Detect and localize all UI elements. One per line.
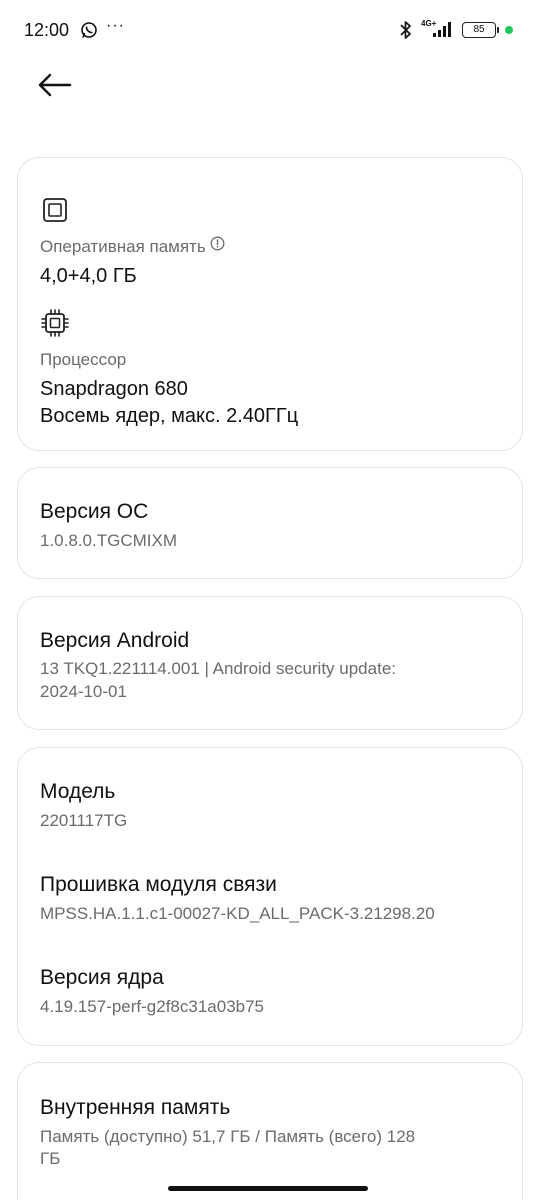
home-indicator[interactable] xyxy=(168,1186,368,1191)
arrow-left-icon xyxy=(38,73,72,97)
processor-model: Snapdragon 680 xyxy=(40,378,188,400)
storage-line1: Память (доступно) 51,7 ГБ / Память (всег… xyxy=(40,1127,416,1146)
ram-chip-icon xyxy=(40,195,70,230)
screen: 12:00 ··· 4G+ 85 Оперативная память 4,0+… xyxy=(0,0,540,1200)
processor-label: Процессор xyxy=(40,350,127,369)
hardware-card: Оперативная память 4,0+4,0 ГБ Процессор … xyxy=(17,157,523,451)
device-details-card: Модель 2201117TG Прошивка модуля связи M… xyxy=(17,747,523,1046)
info-icon[interactable] xyxy=(210,236,225,256)
android-version-title: Версия Android xyxy=(40,629,190,652)
battery-icon: 85 xyxy=(462,22,499,38)
privacy-indicator-dot xyxy=(505,26,513,34)
bluetooth-icon xyxy=(398,20,414,45)
android-version-line1: 13 TKQ1.221114.001 | Android security up… xyxy=(40,659,396,678)
os-version-card[interactable]: Версия ОС 1.0.8.0.TGCMIXM xyxy=(17,467,523,579)
android-version-card[interactable]: Версия Android 13 TKQ1.221114.001 | Andr… xyxy=(17,596,523,730)
whatsapp-icon xyxy=(80,21,98,44)
storage-line2: ГБ xyxy=(40,1149,61,1168)
model-title: Модель xyxy=(40,780,116,803)
storage-card[interactable]: Внутренняя память Память (доступно) 51,7… xyxy=(17,1062,523,1200)
model-value: 2201117TG xyxy=(40,811,128,830)
signal-icon xyxy=(432,20,456,43)
kernel-value: 4.19.157-perf-g2f8c31a03b75 xyxy=(40,997,265,1016)
storage-title: Внутренняя память xyxy=(40,1096,231,1119)
status-time: 12:00 xyxy=(24,20,70,40)
processor-cores: Восемь ядер, макс. 2.40ГГц xyxy=(40,405,299,427)
processor-chip-icon xyxy=(40,308,70,343)
ram-value: 4,0+4,0 ГБ xyxy=(40,265,137,287)
kernel-title: Версия ядра xyxy=(40,966,164,989)
more-notifications-icon: ··· xyxy=(106,17,125,34)
status-bar: 12:00 ··· 4G+ 85 xyxy=(0,0,540,62)
os-version-value: 1.0.8.0.TGCMIXM xyxy=(40,531,177,550)
ram-label-row: Оперативная память xyxy=(40,236,225,257)
baseband-value: MPSS.HA.1.1.c1-00027-KD_ALL_PACK-3.21298… xyxy=(40,904,435,923)
ram-label: Оперативная память xyxy=(40,237,206,256)
os-version-title: Версия ОС xyxy=(40,500,149,523)
back-button[interactable] xyxy=(36,68,76,102)
android-version-line2: 2024-10-01 xyxy=(40,682,127,701)
baseband-title: Прошивка модуля связи xyxy=(40,873,277,896)
